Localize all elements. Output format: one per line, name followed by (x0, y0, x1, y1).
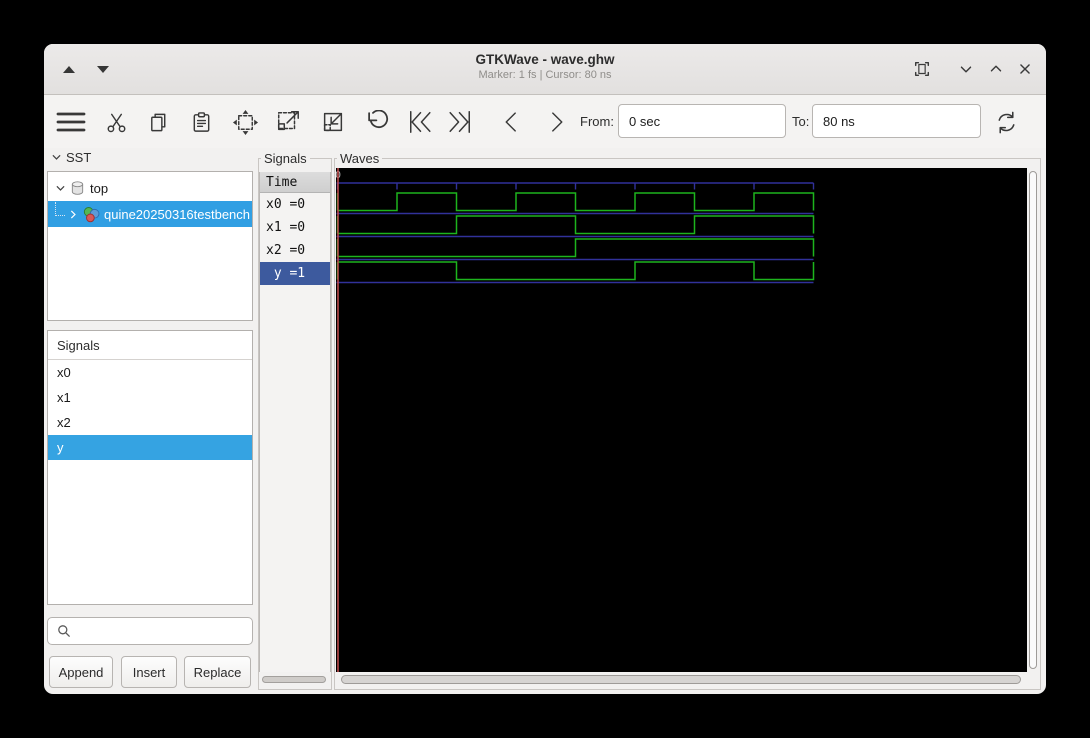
hscrollbar-thumb[interactable] (341, 675, 1021, 684)
copy-icon (150, 113, 165, 131)
signal-name: y (57, 440, 64, 455)
chevron-down-icon (960, 66, 972, 73)
tree-node-label: top (90, 180, 109, 196)
copy-button[interactable] (140, 103, 176, 141)
skip-to-end-icon (448, 111, 470, 133)
triangle-up-icon (63, 65, 75, 73)
skip-to-end-button[interactable] (441, 103, 477, 141)
reload-icon (997, 111, 1015, 133)
wave-canvas[interactable]: 0 (335, 168, 1027, 672)
step-forward-button[interactable] (537, 103, 573, 141)
waves-frame-label: Waves (337, 151, 383, 167)
to-input[interactable] (812, 104, 981, 138)
to-label: To: (792, 114, 810, 129)
chevron-left-icon (505, 112, 516, 132)
signal-browser-panel[interactable]: Signals x0 x1 x2 y (47, 330, 253, 605)
chevron-up-icon (990, 65, 1002, 72)
zoom-in-button[interactable] (270, 103, 306, 141)
signal-name: x1 (57, 390, 71, 405)
zoom-in-icon (277, 111, 299, 131)
window-title: GTKWave - wave.ghw (475, 52, 615, 67)
minimize-button[interactable] (953, 57, 979, 81)
chevron-right-icon (551, 112, 562, 132)
signal-browser-header: Signals (48, 331, 252, 360)
signal-name: x0 (57, 365, 71, 380)
desktop: { "window": { "title": "GTKWave - wave.g… (0, 0, 1090, 738)
window-subtitle: Marker: 1 fs | Cursor: 80 ns (478, 69, 612, 81)
sst-header[interactable]: SST (50, 150, 91, 165)
value-row-y[interactable]: y =1 (260, 262, 330, 285)
undo-button[interactable] (360, 103, 396, 141)
values-panel[interactable]: Time x0 =0 x1 =0 x2 =0 y =1 (259, 172, 331, 672)
pane-down-button[interactable] (91, 61, 115, 77)
module-cylinder-icon (71, 181, 84, 195)
cut-button[interactable] (98, 103, 134, 141)
list-item-x0[interactable]: x0 (48, 360, 252, 385)
list-item-y[interactable]: y (48, 435, 252, 460)
paste-button[interactable] (183, 103, 219, 141)
waves-hscrollbar[interactable] (340, 674, 1030, 685)
vscrollbar-thumb[interactable] (1029, 171, 1037, 669)
triangle-down-icon (97, 65, 109, 73)
search-icon (58, 625, 71, 638)
cut-icon (107, 113, 125, 132)
signal-search-input[interactable] (47, 617, 253, 645)
tree-node-testbench[interactable]: quine20250316testbench (48, 201, 252, 227)
menu-icon (56, 112, 86, 132)
tree-node-label: quine20250316testbench (104, 206, 251, 222)
step-back-button[interactable] (494, 103, 530, 141)
waveform-plot: 0 (335, 168, 815, 672)
time-header[interactable]: Time (260, 172, 330, 193)
close-button[interactable] (1012, 57, 1038, 81)
signal-name: x2 (57, 415, 71, 430)
waves-vscrollbar[interactable] (1028, 170, 1038, 672)
undo-icon (367, 109, 388, 128)
gtkwave-window: GTKWave - wave.ghw Marker: 1 fs | Cursor… (44, 44, 1046, 694)
chevron-down-icon (52, 154, 61, 160)
list-item-x2[interactable]: x2 (48, 410, 252, 435)
tree-connector (55, 201, 65, 216)
replace-button[interactable]: Replace (184, 656, 251, 688)
append-button[interactable]: Append (49, 656, 113, 688)
value-row-x0[interactable]: x0 =0 (260, 193, 330, 216)
zoom-out-icon (323, 112, 343, 132)
paste-icon (193, 111, 209, 132)
sst-label: SST (66, 150, 92, 165)
zoom-fit-icon (232, 109, 258, 135)
list-item-x1[interactable]: x1 (48, 385, 252, 410)
toolbar: From: To: (44, 95, 1046, 148)
reload-button[interactable] (988, 103, 1024, 141)
value-row-x2[interactable]: x2 =0 (260, 239, 330, 262)
skip-to-start-button[interactable] (402, 103, 438, 141)
expander-down-icon[interactable] (54, 182, 67, 195)
menu-button[interactable] (53, 103, 89, 141)
zoom-out-button[interactable] (315, 103, 351, 141)
expander-right-icon[interactable] (67, 208, 80, 221)
fullscreen-button[interactable] (909, 57, 935, 81)
insert-button[interactable]: Insert (121, 656, 177, 688)
sst-tree-panel[interactable]: top quine20250316testbench (47, 171, 253, 321)
close-icon (1020, 64, 1030, 74)
zoom-fit-button[interactable] (227, 103, 263, 141)
value-row-x1[interactable]: x1 =0 (260, 216, 330, 239)
maximize-button[interactable] (983, 57, 1009, 81)
values-frame-label: Signals (261, 151, 310, 167)
component-icon (83, 206, 100, 222)
from-label: From: (580, 114, 614, 129)
titlebar[interactable]: GTKWave - wave.ghw Marker: 1 fs | Cursor… (44, 44, 1046, 95)
from-input[interactable] (618, 104, 786, 138)
pane-up-button[interactable] (57, 61, 81, 77)
fullscreen-icon (914, 61, 930, 77)
skip-to-start-icon (409, 111, 431, 133)
tree-node-top[interactable]: top (48, 175, 252, 201)
values-hscrollbar[interactable] (262, 676, 326, 683)
